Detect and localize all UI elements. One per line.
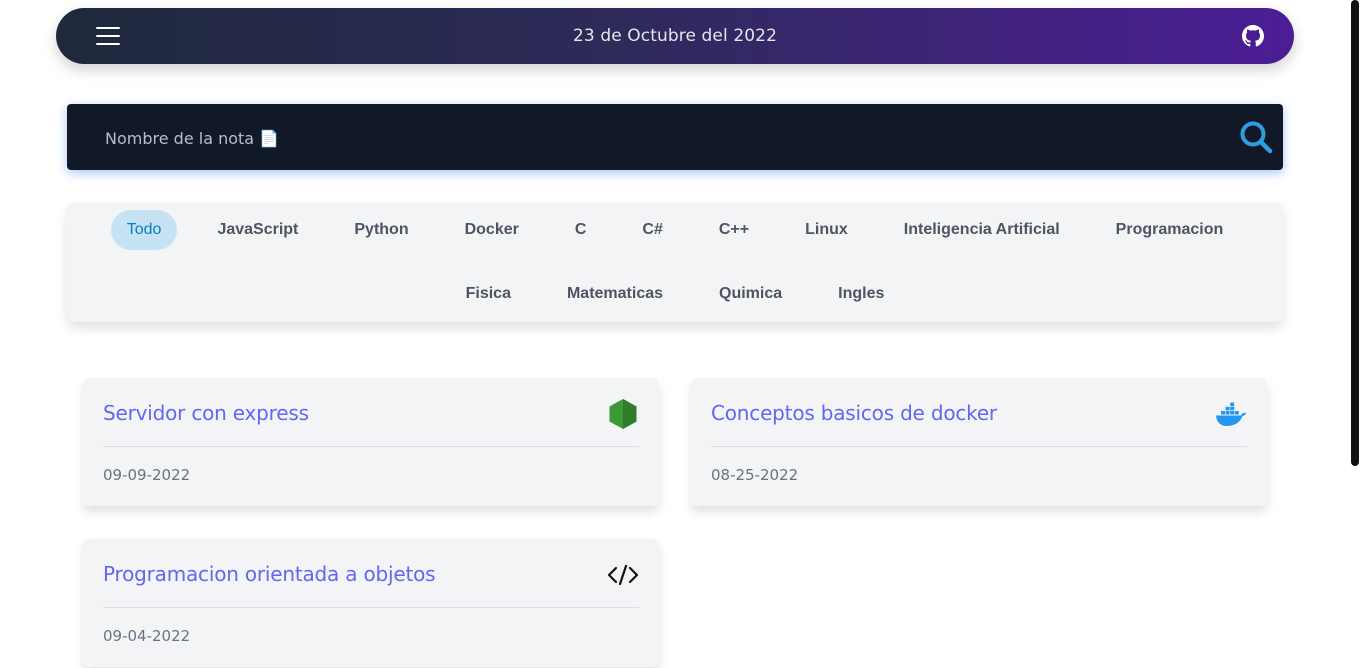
note-card[interactable]: Conceptos basicos de docker 08-25-2022 xyxy=(691,378,1267,506)
page-scrollbar[interactable] xyxy=(1350,0,1360,668)
note-date: 09-09-2022 xyxy=(103,466,191,484)
category-python[interactable]: Python xyxy=(338,210,424,250)
nodejs-icon xyxy=(609,399,637,429)
category-javascript[interactable]: JavaScript xyxy=(201,210,314,250)
note-title[interactable]: Servidor con express xyxy=(103,401,309,425)
category-programacion[interactable]: Programacion xyxy=(1100,210,1240,250)
note-title[interactable]: Programacion orientada a objetos xyxy=(103,562,436,586)
card-divider xyxy=(103,446,639,447)
note-date: 08-25-2022 xyxy=(711,466,799,484)
category-matematicas[interactable]: Matematicas xyxy=(551,274,679,314)
category-ingles[interactable]: Ingles xyxy=(822,274,900,314)
top-bar: 23 de Octubre del 2022 xyxy=(56,8,1294,64)
category-csharp[interactable]: C# xyxy=(626,210,678,250)
card-divider xyxy=(103,607,639,608)
category-cpp[interactable]: C++ xyxy=(703,210,765,250)
category-fisica[interactable]: Fisica xyxy=(450,274,527,314)
category-filter: Todo JavaScript Python Docker C C# C++ L… xyxy=(67,202,1283,322)
card-divider xyxy=(711,446,1247,447)
note-title[interactable]: Conceptos basicos de docker xyxy=(711,401,997,425)
docker-icon xyxy=(1216,402,1246,426)
search-bar xyxy=(67,104,1283,170)
search-icon[interactable] xyxy=(1239,120,1273,154)
category-c[interactable]: C xyxy=(559,210,603,250)
note-date: 09-04-2022 xyxy=(103,627,191,645)
category-docker[interactable]: Docker xyxy=(449,210,535,250)
note-card[interactable]: Servidor con express 09-09-2022 xyxy=(83,378,659,506)
scrollbar-thumb[interactable] xyxy=(1351,0,1359,466)
category-todo[interactable]: Todo xyxy=(110,210,178,250)
hamburger-menu-icon[interactable] xyxy=(96,27,120,45)
current-date: 23 de Octubre del 2022 xyxy=(573,26,777,46)
category-linux[interactable]: Linux xyxy=(789,210,864,250)
category-quimica[interactable]: Quimica xyxy=(703,274,798,314)
github-icon[interactable] xyxy=(1242,25,1264,47)
note-card[interactable]: Programacion orientada a objetos 09-04-2… xyxy=(83,539,659,667)
search-input[interactable] xyxy=(103,120,1227,156)
category-inteligencia-artificial[interactable]: Inteligencia Artificial xyxy=(888,210,1076,250)
code-icon xyxy=(607,564,639,586)
